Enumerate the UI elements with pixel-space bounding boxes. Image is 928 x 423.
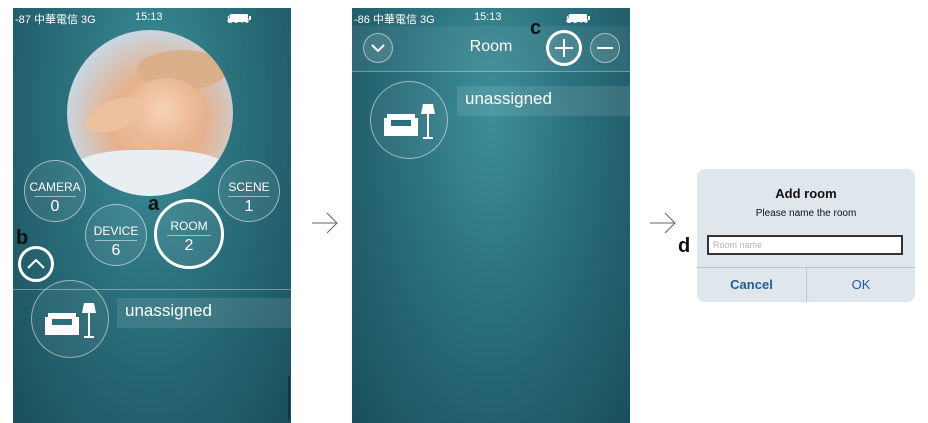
scene-count: 1 (244, 198, 254, 215)
status-bar: -87 中華電信 3G 15:13 ● 80% (13, 8, 291, 26)
room-icon-circle[interactable] (370, 81, 448, 159)
camera-button[interactable]: CAMERA 0 (24, 160, 86, 222)
divider (352, 71, 630, 72)
minus-icon (597, 47, 613, 49)
device-button[interactable]: DEVICE 6 (85, 204, 147, 266)
marker-b: b (16, 227, 29, 249)
room-item-unassigned[interactable]: unassigned (457, 86, 630, 116)
dialog-buttons: Cancel OK (697, 267, 915, 302)
camera-label: CAMERA (29, 180, 81, 194)
marker-d: d (678, 235, 691, 257)
device-label: DEVICE (93, 224, 139, 238)
dialog-title: Add room (775, 186, 837, 201)
room-button[interactable]: ROOM 2 (154, 199, 224, 269)
room-screen: -86 中華電信 3G 15:13 ● 80% Room (352, 8, 630, 423)
marker-a: a (148, 193, 160, 215)
expand-button[interactable] (18, 246, 54, 282)
clock: 15:13 (135, 11, 163, 23)
ok-button[interactable]: OK (807, 268, 915, 302)
arrow-right-icon (312, 212, 338, 234)
remove-room-button[interactable] (590, 33, 620, 63)
room-name-input[interactable]: Room name (707, 235, 903, 255)
room-label: ROOM (170, 219, 208, 233)
baby-photo[interactable] (67, 30, 233, 196)
scrollbar[interactable] (288, 376, 290, 420)
battery-icon (230, 14, 251, 22)
add-room-dialog: Add room Please name the room Room name … (697, 169, 915, 302)
status-bar: -86 中華電信 3G 15:13 ● 80% (352, 8, 630, 26)
device-count: 6 (111, 242, 121, 259)
header-bar: Room (352, 26, 630, 71)
camera-count: 0 (50, 198, 60, 215)
marker-c: c (530, 17, 542, 39)
page-title: Room (469, 38, 513, 55)
arrow-right-icon (650, 212, 676, 234)
sofa-lamp-icon (45, 303, 96, 338)
scene-label: SCENE (228, 180, 270, 194)
battery-icon (569, 14, 590, 22)
plus-icon (555, 39, 573, 57)
room-item-unassigned[interactable]: unassigned (117, 298, 291, 328)
carrier-label: -87 中華電信 3G (15, 14, 96, 26)
room-count: 2 (184, 237, 194, 254)
chevron-up-icon (27, 258, 45, 269)
clock: 15:13 (474, 11, 502, 23)
dialog-message: Please name the room (755, 208, 857, 219)
cancel-button[interactable]: Cancel (697, 268, 806, 302)
sofa-lamp-icon (384, 104, 435, 139)
carrier-label: -86 中華電信 3G (354, 14, 435, 26)
scene-button[interactable]: SCENE 1 (218, 160, 280, 222)
add-room-button[interactable] (546, 30, 582, 66)
room-icon-circle[interactable] (31, 280, 109, 358)
